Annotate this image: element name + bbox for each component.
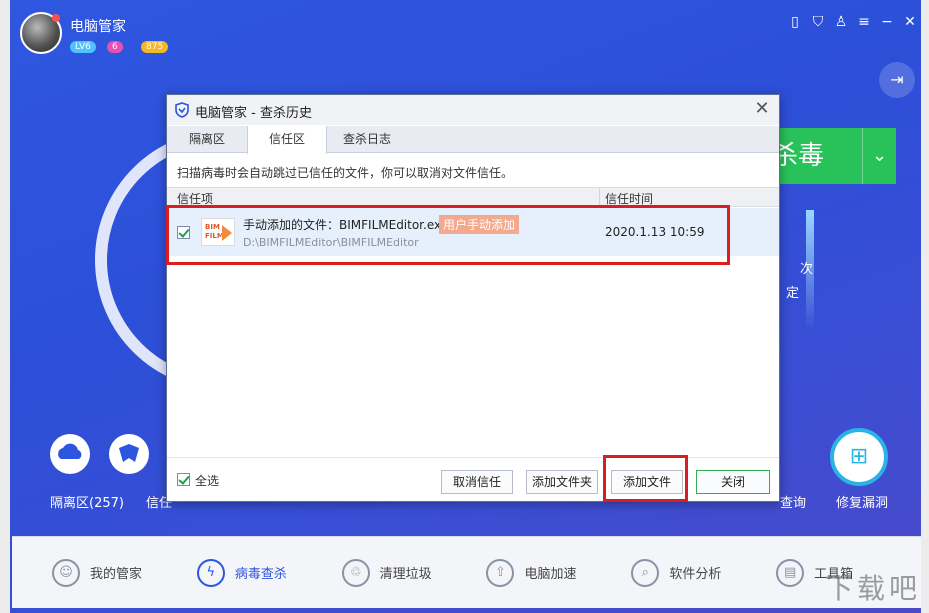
trust-description: 扫描病毒时会自动跳过已信任的文件，你可以取消对文件信任。 — [177, 164, 513, 181]
table-header: 信任项 信任时间 — [167, 187, 779, 207]
nav-label: 我的管家 — [90, 563, 142, 582]
window-controls: ▯ ⛉ ♙ ≡ − ✕ — [788, 14, 917, 30]
close-button[interactable]: 关闭 — [696, 470, 770, 494]
nav-item-virus-scan[interactable]: ϟ 病毒查杀 — [197, 559, 342, 587]
bottom-nav: ☺ 我的管家 ϟ 病毒查杀 ♲ 清理垃圾 ⇧ 电脑加速 ⌕ 软件分析 ▤ 工具箱 — [12, 536, 921, 608]
nav-item-speedup[interactable]: ⇧ 电脑加速 — [486, 559, 631, 587]
chevron-down-icon[interactable]: ⌄ — [862, 128, 896, 184]
eagle-icon[interactable] — [109, 434, 149, 474]
select-all-label[interactable]: 全选 — [195, 472, 219, 489]
nav-label: 电脑加速 — [524, 563, 576, 582]
quarantine-label[interactable]: 隔离区(257) — [50, 492, 124, 511]
phone-icon[interactable]: ▯ — [788, 14, 802, 30]
tab-trust[interactable]: 信任区 — [247, 126, 327, 154]
toolbox-icon: ▤ — [776, 559, 804, 587]
watermark: 下载吧 — [825, 567, 921, 607]
tab-quarantine[interactable]: 隔离区 — [167, 126, 247, 153]
app-title: 电脑管家 — [70, 16, 126, 36]
windows-fix-icon[interactable]: ⊞ — [830, 428, 888, 486]
vip-badge: 6 — [107, 41, 123, 53]
nav-label: 清理垃圾 — [380, 563, 432, 582]
shield-logo-icon — [175, 102, 189, 118]
add-folder-button[interactable]: 添加文件夹 — [526, 470, 598, 494]
left-edge — [0, 0, 10, 613]
skin-icon[interactable]: ♙ — [834, 14, 848, 30]
dialog-close-icon[interactable]: ✕ — [751, 98, 773, 120]
cleanup-icon: ♲ — [342, 559, 370, 587]
query-label[interactable]: 查询 — [780, 492, 806, 511]
scan-history-dialog: 电脑管家 - 查杀历史 ✕ 隔离区 信任区 查杀日志 扫描病毒时会自动跳过已信任… — [166, 94, 780, 502]
virus-scan-icon: ϟ — [197, 559, 225, 587]
coin-badge: 875 — [141, 41, 168, 53]
highlight-add-file-button — [603, 455, 688, 502]
nav-label: 软件分析 — [669, 563, 721, 582]
notification-dot — [52, 14, 60, 22]
side-text-2: 定 — [786, 282, 799, 301]
cloud-icon[interactable] — [50, 434, 90, 474]
tab-scan-log[interactable]: 查杀日志 — [327, 126, 407, 153]
dialog-title: 电脑管家 - 查杀历史 — [195, 102, 312, 121]
minimize-icon[interactable]: − — [880, 14, 894, 30]
side-text-1: 次 — [800, 258, 813, 277]
highlight-trusted-row — [166, 205, 730, 265]
menu-icon[interactable]: ≡ — [857, 14, 871, 30]
rocket-icon: ⇧ — [486, 559, 514, 587]
right-edge — [921, 0, 929, 613]
analysis-icon: ⌕ — [631, 559, 659, 587]
nav-item-butler[interactable]: ☺ 我的管家 — [52, 559, 197, 587]
nav-item-cleanup[interactable]: ♲ 清理垃圾 — [342, 559, 487, 587]
nav-item-analysis[interactable]: ⌕ 软件分析 — [631, 559, 776, 587]
tab-bar: 隔离区 信任区 查杀日志 — [167, 126, 779, 153]
level-badge: LV6 — [70, 41, 96, 53]
butler-icon: ☺ — [52, 559, 80, 587]
cancel-trust-button[interactable]: 取消信任 — [441, 470, 513, 494]
nav-label: 病毒查杀 — [235, 563, 287, 582]
select-all-checkbox[interactable] — [177, 473, 190, 486]
scan-button[interactable]: 杀毒 ⌄ — [760, 128, 896, 184]
exit-icon[interactable]: ⇥ — [879, 62, 915, 98]
shield-icon[interactable]: ⛉ — [811, 14, 825, 30]
column-divider[interactable] — [599, 188, 600, 206]
dialog-titlebar[interactable]: 电脑管家 - 查杀历史 ✕ — [167, 95, 779, 125]
fix-label[interactable]: 修复漏洞 — [836, 492, 888, 511]
close-icon[interactable]: ✕ — [903, 14, 917, 30]
